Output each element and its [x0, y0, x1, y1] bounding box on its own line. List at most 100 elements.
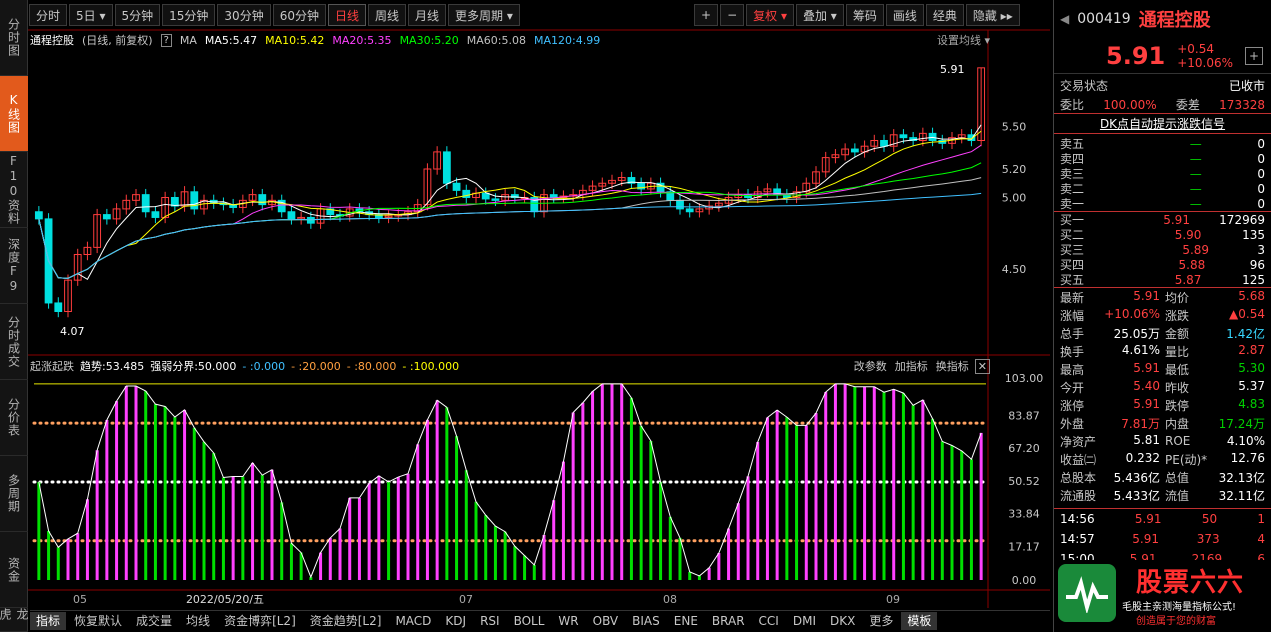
indicator-bar [532, 564, 536, 580]
indicator-bar [47, 530, 51, 580]
buy-book: 买一 5.91 172969 买二 5.90 135 买三 5.89 3 买四 5.88 96 买五 5.… [1054, 212, 1271, 288]
stat-value: 4.83 [1238, 396, 1265, 411]
stat-row: 最新 5.91 均价 5.68 [1054, 288, 1271, 306]
book-price: — [1189, 166, 1202, 181]
tab-12[interactable]: OBV [587, 612, 625, 630]
book-price: 5.90 [1174, 227, 1202, 242]
book-price: — [1189, 196, 1202, 211]
indicator-bar [328, 537, 332, 580]
indicator-bar [911, 405, 915, 580]
candle-body [899, 134, 908, 139]
tab-17[interactable]: DMI [787, 612, 822, 630]
tab-16[interactable]: CCI [753, 612, 785, 630]
indicator-bar [251, 462, 255, 580]
candle-body [102, 214, 111, 220]
candle-body [141, 194, 150, 213]
add-favorite-button[interactable]: + [1245, 46, 1264, 65]
stat-row: 收益㈡ 0.232 PE(动)* 12.76 [1054, 450, 1271, 468]
stat-row: 今开 5.40 昨收 5.37 [1054, 378, 1271, 396]
ma30-line [38, 162, 982, 279]
stat-label: 流通股 [1060, 488, 1097, 503]
book-volume: 3 [1257, 242, 1265, 257]
tab-8[interactable]: KDJ [439, 612, 472, 630]
indicator-bar [668, 516, 672, 580]
tab-20[interactable]: 模板 [901, 611, 938, 630]
stat-row: 最高 5.91 最低 5.30 [1054, 360, 1271, 378]
indicator-bar [212, 452, 216, 580]
indicator-bar [795, 425, 799, 580]
wc-label: 委差 [1175, 98, 1200, 112]
low-mark: 4.07 [60, 325, 85, 338]
indicator-bar [76, 533, 80, 580]
indicator-bar [600, 383, 604, 580]
chart-title-bar: 通程控股 (日线, 前复权) ? MA MA5:5.47 MA10:5.42 M… [30, 32, 990, 48]
tab-2[interactable]: 恢复默认 [68, 612, 128, 630]
indicator-bar [192, 427, 196, 580]
tab-5[interactable]: 资金博弈[L2] [218, 612, 302, 630]
stat-value: 5.91 [1133, 396, 1160, 411]
stat-value: 5.37 [1238, 378, 1265, 393]
indicator-axis-label: 33.84 [1008, 508, 1040, 521]
tab-4[interactable]: 均线 [180, 612, 216, 630]
sell-book: 卖五 —0 卖四 —0 卖三 —0 卖二 —0 卖一 —0 [1054, 134, 1271, 212]
stat-value: 32.11亿 [1218, 488, 1265, 503]
indicator-btn-1[interactable]: 改参数 [854, 358, 887, 374]
stat-value: 0.232 [1125, 450, 1160, 465]
sells-row: 卖二 —0 [1054, 181, 1271, 197]
indicator-bar [542, 535, 546, 580]
chart-mode: (日线, 前复权) [82, 34, 153, 47]
stat-label: 外盘 [1060, 416, 1085, 431]
indicator-btn-2[interactable]: 加指标 [895, 358, 928, 374]
indicator-bar [387, 481, 391, 580]
stat-value: 4.61% [1121, 342, 1160, 357]
ma-settings-button[interactable]: 设置均线 ▾ [937, 32, 990, 48]
help-icon[interactable]: ? [160, 33, 172, 47]
ma10-label: MA10:5.42 [265, 33, 325, 47]
tab-1[interactable]: 指标 [30, 611, 67, 630]
indicator-bar [367, 483, 371, 580]
indicator-bar [56, 547, 60, 580]
indicator-axis-label: 17.17 [1008, 540, 1040, 553]
nav-9[interactable]: 龙虎 [0, 608, 29, 632]
sells-row: 卖四 —0 [1054, 151, 1271, 167]
tab-19[interactable]: 更多 [863, 612, 899, 630]
prev-stock-icon[interactable]: ◀ [1060, 12, 1069, 26]
stat-label: PE(动)* [1165, 452, 1208, 467]
indicator-btn-3[interactable]: 换指标 [936, 358, 969, 374]
book-volume: 0 [1257, 136, 1265, 151]
indicator-bar [620, 383, 624, 580]
indicator-bar [144, 391, 148, 580]
ad-banner[interactable]: 股票六六 毛股主亲测海量指标公式! 创造属于您的财富 [1054, 560, 1271, 630]
indicator-axis-label: 0.00 [1012, 574, 1037, 587]
tab-7[interactable]: MACD [389, 612, 437, 630]
price-axis-label: 5.20 [1002, 163, 1027, 176]
stat-label: 收益㈡ [1060, 452, 1097, 467]
signal-link[interactable]: DK点自动提示涨跌信号 [1100, 115, 1225, 132]
tab-3[interactable]: 成交量 [130, 612, 178, 630]
indicator-bar [484, 515, 488, 580]
stat-value: 5.436亿 [1113, 470, 1160, 485]
tick-count: 4 [1257, 532, 1265, 546]
main-chart[interactable]: 5.50 5.20 5.00 4.50 5.91 4.07 103.00 83.87 67.20… [0, 0, 1050, 610]
indicator-bar [940, 441, 944, 580]
high-mark: 5.91 [940, 63, 965, 76]
stat-row: 外盘 7.81万 内盘 17.24万 [1054, 414, 1271, 432]
tab-10[interactable]: BOLL [508, 612, 551, 630]
indicator-axis-label: 103.00 [1005, 372, 1044, 385]
tab-15[interactable]: BRAR [706, 612, 751, 630]
stat-label: 金额 [1165, 326, 1190, 341]
indicator-bar [979, 432, 983, 580]
tab-11[interactable]: WR [552, 612, 584, 630]
tab-6[interactable]: 资金趋势[L2] [304, 612, 388, 630]
tab-18[interactable]: DKX [824, 612, 861, 630]
ad-line1: 毛股主亲测海量指标公式! [1122, 602, 1237, 613]
indicator-bar [221, 477, 225, 580]
tab-13[interactable]: BIAS [626, 612, 666, 630]
tab-14[interactable]: ENE [668, 612, 704, 630]
indicator-close-icon[interactable]: ✕ [974, 358, 990, 374]
chart-stock-name: 通程控股 [30, 34, 74, 47]
candle-body [54, 302, 63, 313]
book-level: 卖一 [1060, 197, 1085, 211]
tab-9[interactable]: RSI [474, 612, 506, 630]
stat-label: 昨收 [1165, 380, 1190, 395]
